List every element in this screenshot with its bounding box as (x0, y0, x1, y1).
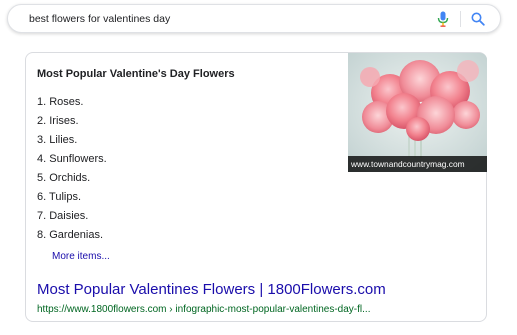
result-url[interactable]: https://www.1800flowers.com › infographi… (37, 304, 370, 315)
result-title-link[interactable]: Most Popular Valentines Flowers | 1800Fl… (37, 281, 386, 298)
microphone-icon[interactable] (435, 11, 451, 27)
list-item: 5. Orchids. (37, 172, 91, 184)
list-item: 8. Gardenias. (37, 229, 104, 241)
list-item: 6. Tulips. (37, 191, 82, 203)
search-icon[interactable] (470, 11, 486, 27)
snippet-title: Most Popular Valentine's Day Flowers (37, 68, 235, 80)
flowers-thumbnail[interactable]: www.townandcountrymag.com (348, 53, 487, 172)
peony-bouquet-image (348, 53, 487, 172)
list-item: 1. Roses. (37, 96, 84, 108)
list-item: 7. Daisies. (37, 210, 89, 222)
list-item: 4. Sunflowers. (37, 153, 107, 165)
search-bar[interactable] (7, 4, 501, 33)
snippet-list: 1. Roses. 2. Irises. 3. Lilies. 4. Sunfl… (37, 93, 107, 245)
list-item: 2. Irises. (37, 115, 79, 127)
search-divider (460, 10, 461, 27)
featured-snippet-card: Most Popular Valentine's Day Flowers 1. … (25, 52, 487, 322)
more-items-link[interactable]: More items... (52, 251, 110, 262)
page: Most Popular Valentine's Day Flowers 1. … (0, 0, 517, 335)
list-item: 3. Lilies. (37, 134, 78, 146)
image-source-caption: www.townandcountrymag.com (348, 156, 487, 172)
search-input[interactable] (29, 12, 431, 25)
